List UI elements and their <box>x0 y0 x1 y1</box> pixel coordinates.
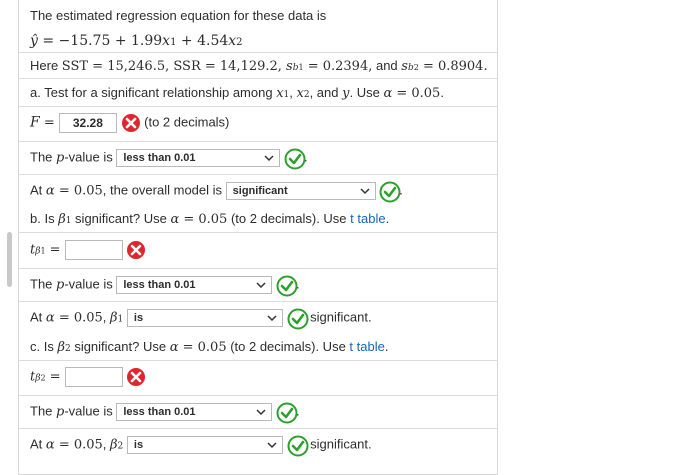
page-scrollbar-thumb[interactable] <box>7 232 12 287</box>
part-a-conclusion-select[interactable]: significant <box>225 182 376 200</box>
given-values: Here SST = 15,246.5, SSR = 14,129.2, sb1… <box>30 58 488 74</box>
part-b-pvalue-select[interactable]: less than 0.01 <box>116 276 273 294</box>
divider <box>18 141 498 142</box>
check-circle-icon <box>276 275 298 297</box>
chevron-down-icon <box>267 315 277 322</box>
divider <box>18 174 498 175</box>
part-c-conclusion-row: At α = 0.05, β2 is significant. <box>30 435 372 457</box>
part-b-conclusion-select[interactable]: is <box>126 309 283 327</box>
selected-value: is <box>133 312 144 324</box>
part-c-pvalue-select[interactable]: less than 0.01 <box>116 403 273 421</box>
check-circle-icon <box>287 435 309 457</box>
divider <box>18 395 498 396</box>
f-stat-input[interactable]: 32.28 <box>58 113 117 133</box>
divider <box>18 301 498 302</box>
selected-value: less than 0.01 <box>123 406 196 418</box>
divider <box>18 106 498 107</box>
chevron-down-icon <box>360 188 370 195</box>
part-c-conclusion-select[interactable]: is <box>126 436 283 454</box>
chevron-down-icon <box>267 442 277 449</box>
part-b-pvalue-row: The p-value is less than 0.01 . <box>30 275 300 297</box>
divider <box>18 52 498 53</box>
t-beta1-row: tβ1 = <box>30 240 146 260</box>
part-a-question: a. Test for a significant relationship a… <box>30 85 444 101</box>
part-b-conclusion-suffix: significant. <box>310 309 372 325</box>
x-circle-icon <box>126 240 146 260</box>
chevron-down-icon <box>264 155 274 162</box>
intro-text: The estimated regression equation for th… <box>30 8 326 23</box>
chevron-down-icon <box>256 409 266 416</box>
part-b-conclusion-row: At α = 0.05, β1 is significant. <box>30 308 372 330</box>
x-circle-icon <box>126 367 146 387</box>
t-table-link[interactable]: t table <box>349 339 384 354</box>
chevron-down-icon <box>256 282 266 289</box>
selected-value: is <box>133 439 144 451</box>
part-a-conclusion-row: At α = 0.05, the overall model is signif… <box>30 181 403 203</box>
t-beta1-input[interactable] <box>64 240 123 260</box>
t-beta2-input[interactable] <box>64 367 123 387</box>
f-stat-row: F = 32.28 (to 2 decimals) <box>30 113 229 133</box>
t-table-link[interactable]: t table <box>350 211 385 226</box>
check-circle-icon <box>287 308 309 330</box>
regression-equation: ŷ = −15.75 + 1.99x1 + 4.54x2 <box>30 33 243 49</box>
f-hint: (to 2 decimals) <box>144 114 230 130</box>
selected-value: less than 0.01 <box>123 152 196 164</box>
check-circle-icon <box>379 181 401 203</box>
divider <box>18 428 498 429</box>
selected-value: less than 0.01 <box>123 279 196 291</box>
selected-value: significant <box>232 185 288 197</box>
part-c-conclusion-suffix: significant. <box>310 436 372 452</box>
part-c-question: c. Is β2 significant? Use α = 0.05 (to 2… <box>30 339 389 355</box>
divider <box>18 78 498 79</box>
intro-line: The estimated regression equation for th… <box>30 8 327 23</box>
divider <box>18 232 498 233</box>
divider <box>18 360 498 361</box>
part-a-pvalue-select[interactable]: less than 0.01 <box>116 149 281 167</box>
t-beta2-row: tβ2 = <box>30 367 146 387</box>
check-circle-icon <box>276 402 298 424</box>
divider <box>18 268 498 269</box>
part-a-pvalue-row: The p-value is less than 0.01 . <box>30 148 308 170</box>
part-b-question: b. Is β1 significant? Use α = 0.05 (to 2… <box>30 211 390 227</box>
part-c-pvalue-row: The p-value is less than 0.01 . <box>30 402 300 424</box>
x-circle-icon <box>121 113 141 133</box>
check-circle-icon <box>284 148 306 170</box>
